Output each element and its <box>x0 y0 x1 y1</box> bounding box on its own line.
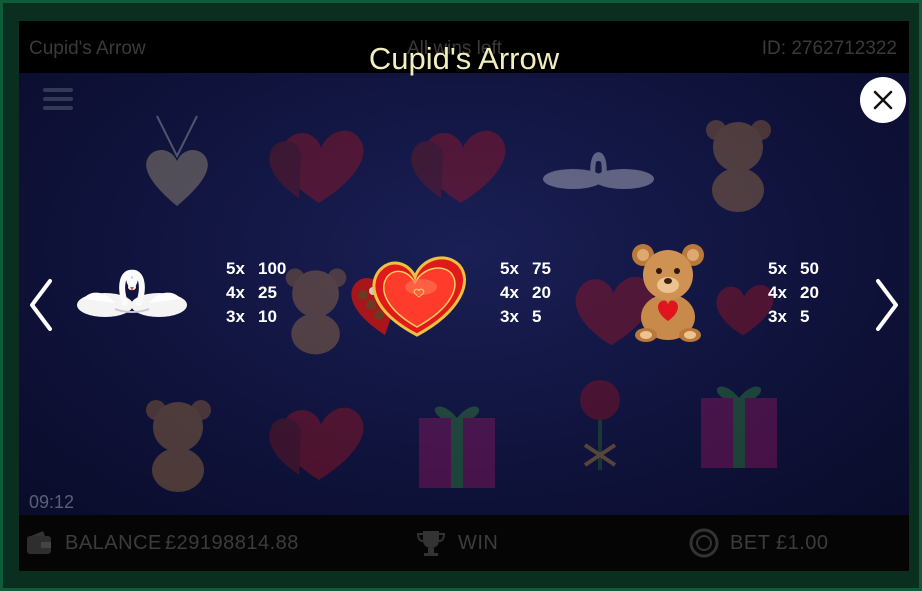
payout-row: 5x 100 <box>226 257 286 281</box>
chip-icon <box>689 528 719 558</box>
next-page-arrow[interactable] <box>872 277 902 333</box>
swans-payout-list: 5x 100 4x 25 3x 10 <box>226 257 286 329</box>
payout-row: 3x 5 <box>500 305 551 329</box>
gift-box-icon <box>419 406 495 488</box>
chocolate-heart-box-icon <box>411 130 506 203</box>
balance-value: £29198814.88 <box>165 532 299 554</box>
payout-row: 5x 75 <box>500 257 551 281</box>
payout: 50 <box>800 259 819 278</box>
chocolate-heart-box-icon <box>351 256 467 337</box>
payout: 5 <box>532 307 542 326</box>
menu-icon[interactable] <box>43 88 73 114</box>
payout: 100 <box>258 259 287 278</box>
payout: 25 <box>258 283 277 302</box>
payout-row: 4x 20 <box>768 281 819 305</box>
payout-row: 3x 5 <box>768 305 819 329</box>
payout: 10 <box>258 307 277 326</box>
payout: 5 <box>800 307 810 326</box>
bottom-bar: BALANCE £29198814.88 WIN BET £1.00 <box>19 515 909 571</box>
count: 4x <box>768 283 787 302</box>
payout: 20 <box>532 283 551 302</box>
teddy-bear-icon <box>285 268 347 355</box>
chocolate-heart-box-icon <box>269 407 364 480</box>
game-screen: Cupid's Arrow All wins left ID: 27627123… <box>19 21 909 571</box>
balance-label: BALANCE <box>65 532 162 554</box>
teddy-bear-icon <box>706 120 771 212</box>
count: 5x <box>768 259 787 278</box>
count: 4x <box>500 283 519 302</box>
swans-icon <box>543 152 654 189</box>
wallet-icon <box>27 531 51 554</box>
swans-icon <box>77 269 187 317</box>
payout: 75 <box>532 259 551 278</box>
locket-heart-icon <box>146 115 208 206</box>
payout-row: 4x 25 <box>226 281 286 305</box>
payout-row: 5x 50 <box>768 257 819 281</box>
count: 4x <box>226 283 245 302</box>
trophy-icon <box>416 531 446 556</box>
payout: 20 <box>800 283 819 302</box>
close-icon <box>873 90 893 110</box>
count: 3x <box>768 307 787 326</box>
count: 3x <box>226 307 245 326</box>
count: 5x <box>226 259 245 278</box>
gift-box-icon <box>701 386 777 468</box>
payout-row: 4x 20 <box>500 281 551 305</box>
bet-label: BET <box>730 532 771 554</box>
previous-page-arrow[interactable] <box>26 277 56 333</box>
win-label: WIN <box>458 532 499 554</box>
clock: 09:12 <box>29 492 75 512</box>
payout-row: 3x 10 <box>226 305 286 329</box>
teddy-bear-icon <box>146 400 211 492</box>
count: 5x <box>500 259 519 278</box>
popup-title: Cupid's Arrow <box>368 41 560 76</box>
chocolate-heart-payout-list: 5x 75 4x 20 3x 5 <box>500 257 551 329</box>
close-button[interactable] <box>860 77 906 123</box>
rose-icon <box>580 380 620 470</box>
teddy-bear-icon <box>632 244 704 342</box>
bet-value: £1.00 <box>776 532 829 554</box>
chocolate-heart-box-icon <box>269 130 364 203</box>
outer-frame: Cupid's Arrow All wins left ID: 27627123… <box>0 0 922 591</box>
teddy-bear-payout-list: 5x 50 4x 20 3x 5 <box>768 257 819 329</box>
count: 3x <box>500 307 519 326</box>
